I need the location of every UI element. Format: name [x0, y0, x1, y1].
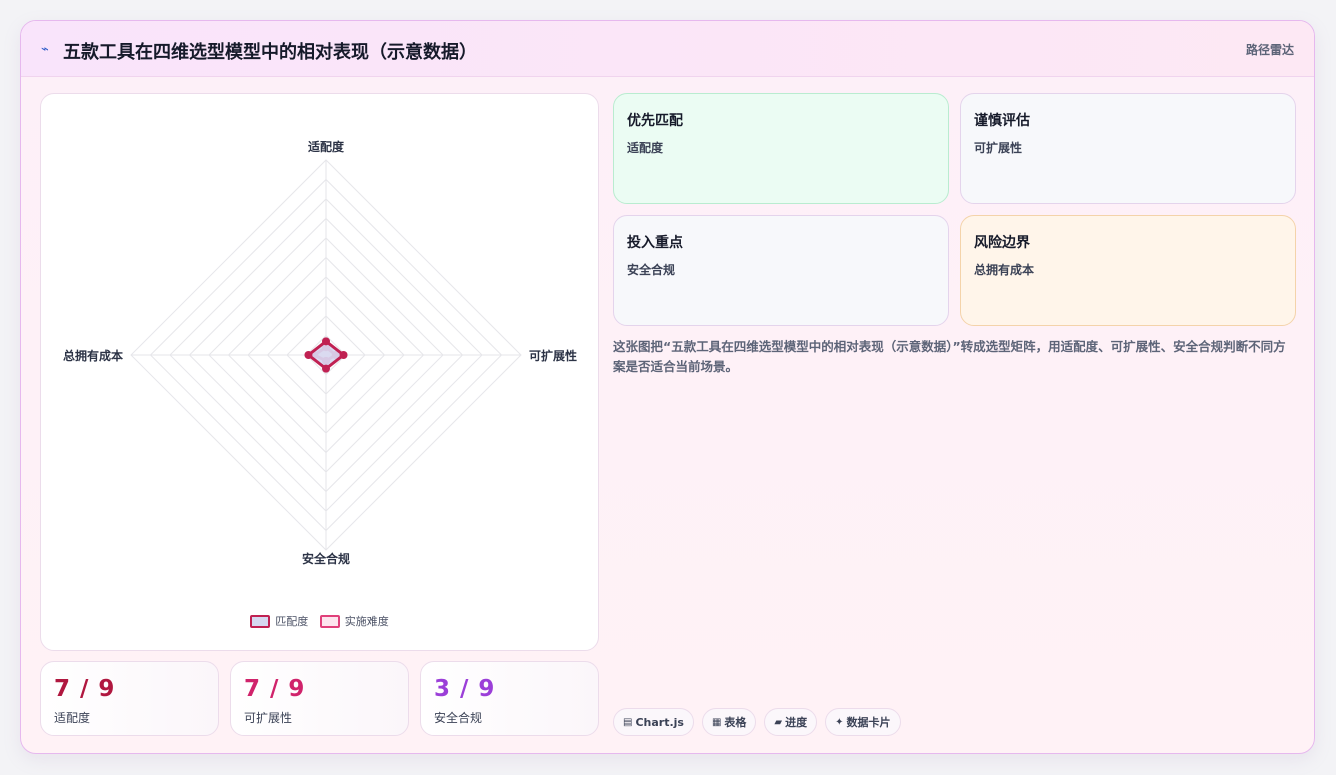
- page-title: 五款工具在四维选型模型中的相对表现（示意数据）: [63, 42, 477, 63]
- stat-card-fit: 7 / 9 适配度: [40, 661, 219, 736]
- radar-data-point: [322, 364, 330, 373]
- chip-label: 表格: [724, 716, 747, 729]
- stat-label: 安全合规: [434, 711, 483, 725]
- quadrant-card-priority: 优先匹配 适配度: [613, 93, 949, 204]
- radar-chart: 适配度可扩展性安全合规 总拥有成本: [63, 139, 577, 566]
- quadrant-card-investment: 投入重点 安全合规: [613, 215, 949, 326]
- stat-value: 7 / 9: [54, 676, 116, 702]
- legend-swatch: [319, 614, 340, 628]
- legend-item-match[interactable]: 匹配度: [250, 613, 308, 629]
- legend-swatch: [250, 614, 271, 628]
- chip-progress[interactable]: ▰ 进度: [764, 708, 818, 736]
- radar-axis-label: 总拥有成本: [63, 348, 123, 363]
- quadrant-subtitle: 安全合规: [627, 263, 676, 277]
- radar-chart-card: 适配度可扩展性安全合规 总拥有成本 匹配度 实施难度: [40, 93, 599, 651]
- quadrant-title: 优先匹配: [627, 113, 683, 129]
- dashboard-panel: ⌁ 五款工具在四维选型模型中的相对表现（示意数据） 路径雷达 适配度 可扩展性 安全…: [20, 20, 1315, 754]
- chart-description: 这张图把“五款工具在四维选型模型中的相对表现（示意数据）”转成选型矩阵，用适配度…: [613, 339, 1286, 374]
- stat-label: 可扩展性: [244, 711, 293, 725]
- chip-label: 进度: [785, 716, 808, 729]
- legend-label: 实施难度: [344, 615, 389, 628]
- radar-axis-label: 安全合规: [302, 551, 350, 566]
- quadrant-title: 谨慎评估: [974, 113, 1030, 129]
- panel-header: ⌁ 五款工具在四维选型模型中的相对表现（示意数据） 路径雷达: [21, 21, 1314, 77]
- feature-chips: ▤ Chart.js ▦ 表格 ▰ 进度 ✦ 数据卡片: [613, 708, 909, 736]
- quadrant-title: 风险边界: [974, 235, 1030, 251]
- radar-data-point: [304, 351, 313, 359]
- stat-value: 7 / 9: [244, 676, 306, 702]
- chart-legend: 匹配度 实施难度: [41, 613, 598, 631]
- chip-chartjs[interactable]: ▤ Chart.js: [613, 708, 694, 736]
- radar-data-point: [339, 351, 348, 359]
- stat-label: 适配度: [54, 711, 91, 725]
- sparkle-icon: ✦: [835, 716, 844, 728]
- legend-label: 匹配度: [275, 615, 309, 628]
- radar-data-point: [322, 337, 330, 346]
- chip-label: Chart.js: [635, 715, 684, 729]
- header-tag: 路径雷达: [1245, 43, 1294, 57]
- stat-card-compliance: 3 / 9 安全合规: [420, 661, 599, 736]
- chart-icon: ▤: [623, 716, 633, 728]
- radar-axis-label: 适配度: [308, 139, 345, 154]
- quadrant-subtitle: 可扩展性: [974, 141, 1023, 155]
- quadrant-card-risk: 风险边界 总拥有成本: [960, 215, 1296, 326]
- chart-line-icon: ⌁: [41, 42, 49, 57]
- radar-series-area: [306, 339, 346, 371]
- chip-table[interactable]: ▦ 表格: [701, 708, 757, 736]
- legend-item-difficulty[interactable]: 实施难度: [319, 613, 389, 629]
- quadrant-title: 投入重点: [627, 235, 683, 251]
- quadrant-card-caution: 谨慎评估 可扩展性: [960, 93, 1296, 204]
- stat-value: 3 / 9: [434, 676, 496, 702]
- chip-label: 数据卡片: [846, 716, 891, 729]
- quadrant-subtitle: 总拥有成本: [974, 263, 1035, 277]
- progress-icon: ▰: [774, 716, 783, 728]
- stat-card-scalability: 7 / 9 可扩展性: [230, 661, 409, 736]
- table-icon: ▦: [711, 716, 722, 728]
- quadrant-subtitle: 适配度: [627, 141, 664, 155]
- chip-data-card[interactable]: ✦ 数据卡片: [825, 708, 901, 736]
- radar-axis-label: 可扩展性: [529, 348, 577, 363]
